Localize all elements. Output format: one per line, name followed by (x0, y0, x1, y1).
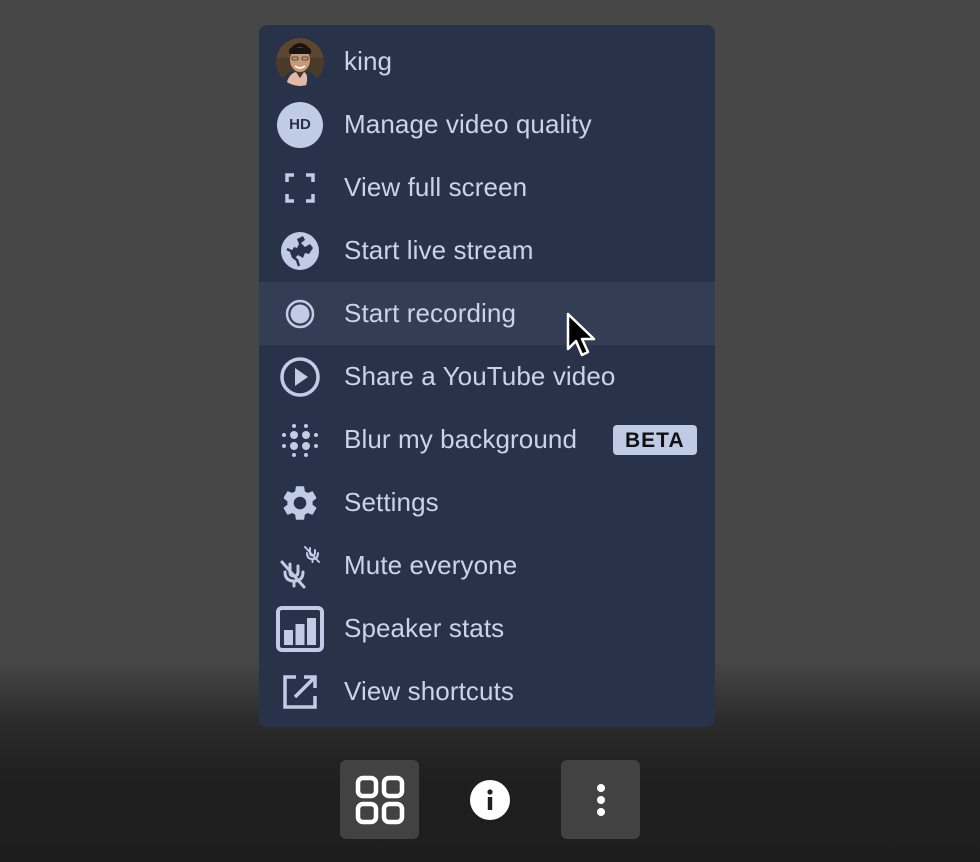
bar-chart-icon (276, 605, 324, 653)
menu-item-youtube[interactable]: Share a YouTube video (259, 345, 715, 408)
gear-icon (276, 479, 324, 527)
globe-icon (276, 227, 324, 275)
menu-item-label: Speaker stats (344, 613, 505, 643)
menu-item-label: Start recording (344, 298, 517, 328)
record-icon (276, 290, 324, 338)
menu-item-profile[interactable]: king (259, 30, 715, 93)
more-vertical-icon (596, 783, 605, 816)
menu-item-label: king (344, 46, 393, 76)
overflow-menu: king HD Manage video quality View full s… (259, 25, 715, 727)
fullscreen-icon (276, 164, 324, 212)
menu-item-label: Blur my background (344, 424, 578, 454)
hd-icon: HD (276, 101, 324, 149)
more-options-button[interactable] (561, 760, 640, 839)
menu-item-label: Start live stream (344, 235, 534, 265)
user-avatar (276, 37, 324, 86)
menu-item-label: View shortcuts (344, 676, 514, 706)
blur-dots-icon (276, 416, 324, 464)
menu-item-label: Share a YouTube video (344, 361, 616, 391)
external-link-icon (276, 668, 324, 716)
play-circle-icon (276, 353, 324, 401)
beta-badge: BETA (613, 424, 697, 455)
menu-item-shortcuts[interactable]: View shortcuts (259, 660, 715, 723)
menu-item-label: Settings (344, 487, 439, 517)
menu-item-mute-everyone[interactable]: Mute everyone (259, 534, 715, 597)
menu-item-recording[interactable]: Start recording (259, 282, 715, 345)
grid-icon (355, 775, 404, 824)
menu-item-fullscreen[interactable]: View full screen (259, 156, 715, 219)
menu-item-speaker-stats[interactable]: Speaker stats (259, 597, 715, 660)
mic-muted-icon (276, 542, 324, 590)
menu-item-settings[interactable]: Settings (259, 471, 715, 534)
hd-icon-text: HD (277, 101, 323, 148)
info-button[interactable] (450, 760, 529, 839)
menu-item-live-stream[interactable]: Start live stream (259, 219, 715, 282)
tile-view-button[interactable] (340, 760, 419, 839)
menu-item-label: View full screen (344, 172, 528, 202)
menu-item-label: Manage video quality (344, 109, 592, 139)
menu-item-blur-background[interactable]: Blur my background BETA (259, 408, 715, 471)
info-icon (469, 779, 510, 820)
menu-item-video-quality[interactable]: HD Manage video quality (259, 93, 715, 156)
menu-item-label: Mute everyone (344, 550, 518, 580)
